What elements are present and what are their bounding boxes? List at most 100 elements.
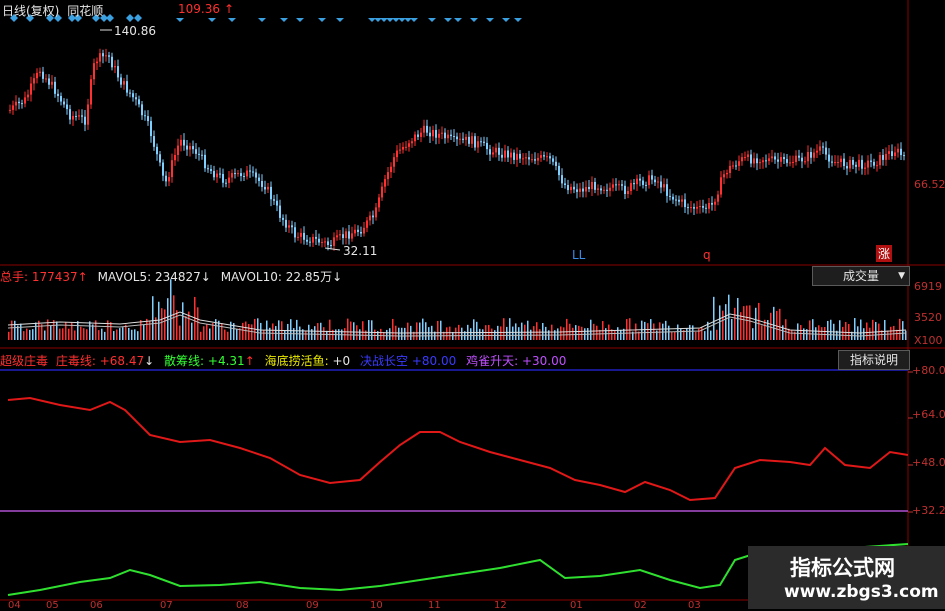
- date-axis-label: 04: [8, 600, 21, 611]
- candlestick-body: [852, 159, 854, 165]
- mavol5-label: MAVOL5: 234827: [97, 270, 201, 284]
- volume-bar: [512, 326, 514, 340]
- candlestick-body: [51, 81, 53, 85]
- candlestick-body: [816, 150, 818, 153]
- volume-bar: [482, 329, 484, 340]
- candlestick-body: [564, 183, 566, 186]
- volume-bar: [545, 326, 547, 340]
- volume-bar: [710, 330, 712, 340]
- candlestick-body: [891, 151, 893, 156]
- candlestick-body: [255, 172, 257, 178]
- volume-bar: [749, 305, 751, 340]
- line5-value: +30.00: [521, 354, 567, 368]
- candlestick-body: [339, 234, 341, 236]
- volume-bar: [314, 326, 316, 340]
- candlestick-body: [807, 152, 809, 162]
- volume-bar: [518, 327, 520, 340]
- price-value: 109.36: [178, 2, 220, 16]
- volume-bar: [506, 326, 508, 340]
- candlestick-body: [12, 105, 14, 110]
- candlestick-body: [609, 187, 611, 191]
- candlestick-body: [210, 169, 212, 171]
- indicator-dropdown[interactable]: 成交量 ▼: [812, 266, 910, 286]
- volume-bar: [731, 318, 733, 340]
- candlestick-body: [354, 229, 356, 234]
- volume-bar: [629, 318, 631, 340]
- candlestick-body: [453, 136, 455, 138]
- candlestick-body: [351, 233, 353, 239]
- volume-bar: [437, 320, 439, 340]
- volume-bar: [491, 328, 493, 340]
- candlestick-body: [885, 153, 887, 160]
- candlestick-body: [900, 148, 902, 156]
- volume-bar: [770, 312, 772, 340]
- stock-chart[interactable]: [0, 0, 945, 609]
- volume-bar: [560, 326, 562, 340]
- volume-bar: [608, 324, 610, 340]
- candlestick-body: [141, 104, 143, 116]
- candlestick-body: [642, 180, 644, 185]
- volume-bar: [26, 328, 28, 340]
- line3-label: 海底捞活鱼:: [264, 354, 329, 368]
- candlestick-body: [288, 225, 290, 228]
- line1-label: 庄毒线:: [55, 354, 96, 368]
- candlestick-body: [783, 156, 785, 160]
- volume-bar: [596, 325, 598, 340]
- candlestick-body: [651, 175, 653, 180]
- candlestick-body: [849, 159, 851, 169]
- candlestick-body: [663, 184, 665, 188]
- candlestick-body: [435, 129, 437, 138]
- candlestick-body: [9, 109, 11, 111]
- line2-value: +4.31: [207, 354, 245, 368]
- volume-bar: [296, 319, 298, 340]
- candlestick-body: [219, 173, 221, 175]
- volume-bar: [866, 322, 868, 340]
- volume-bar: [839, 320, 841, 340]
- period-title[interactable]: 日线(复权): [2, 4, 59, 18]
- candlestick-body: [267, 186, 269, 190]
- candlestick-body: [840, 158, 842, 163]
- candlestick-body: [522, 158, 524, 160]
- candlestick-body: [777, 159, 779, 162]
- line2-label: 散筹线:: [164, 354, 205, 368]
- candlestick-body: [474, 136, 476, 148]
- volume-bar: [635, 323, 637, 340]
- volume-bar: [893, 325, 895, 340]
- candlestick-body: [735, 165, 737, 167]
- candlestick-body: [18, 101, 20, 104]
- candlestick-body: [198, 153, 200, 155]
- candlestick-body: [588, 186, 590, 190]
- watermark-title: 指标公式网: [790, 556, 895, 580]
- candlestick-body: [570, 186, 572, 191]
- date-axis-label: 07: [160, 600, 173, 611]
- volume-bar: [287, 323, 289, 340]
- volume-bar: [113, 331, 115, 340]
- candlestick-body: [357, 229, 359, 232]
- volume-bar: [830, 319, 832, 340]
- candlestick-body: [330, 245, 332, 247]
- candlestick-body: [864, 167, 866, 169]
- volume-bar: [35, 322, 37, 340]
- date-axis-label: 10: [370, 600, 383, 611]
- volume-bar: [824, 326, 826, 340]
- volume-bar: [326, 330, 328, 340]
- candlestick-body: [123, 81, 125, 85]
- volume-bar: [809, 320, 811, 340]
- indicator-help-button[interactable]: 指标说明: [838, 350, 910, 370]
- candlestick-body: [834, 162, 836, 164]
- volume-bar: [746, 305, 748, 340]
- volume-bar: [416, 322, 418, 340]
- volume-bar: [653, 323, 655, 340]
- candlestick-body: [666, 184, 668, 196]
- candlestick-body: [585, 186, 587, 192]
- volume-bar: [119, 328, 121, 340]
- candlestick-body: [207, 168, 209, 170]
- volume-bar: [89, 321, 91, 340]
- candlestick-body: [696, 206, 698, 209]
- line3-value: +0: [332, 354, 351, 368]
- volume-bar: [521, 322, 523, 340]
- volume-bar: [23, 331, 25, 340]
- volume-bar: [674, 331, 676, 340]
- candlestick-body: [393, 157, 395, 167]
- candlestick-body: [291, 225, 293, 228]
